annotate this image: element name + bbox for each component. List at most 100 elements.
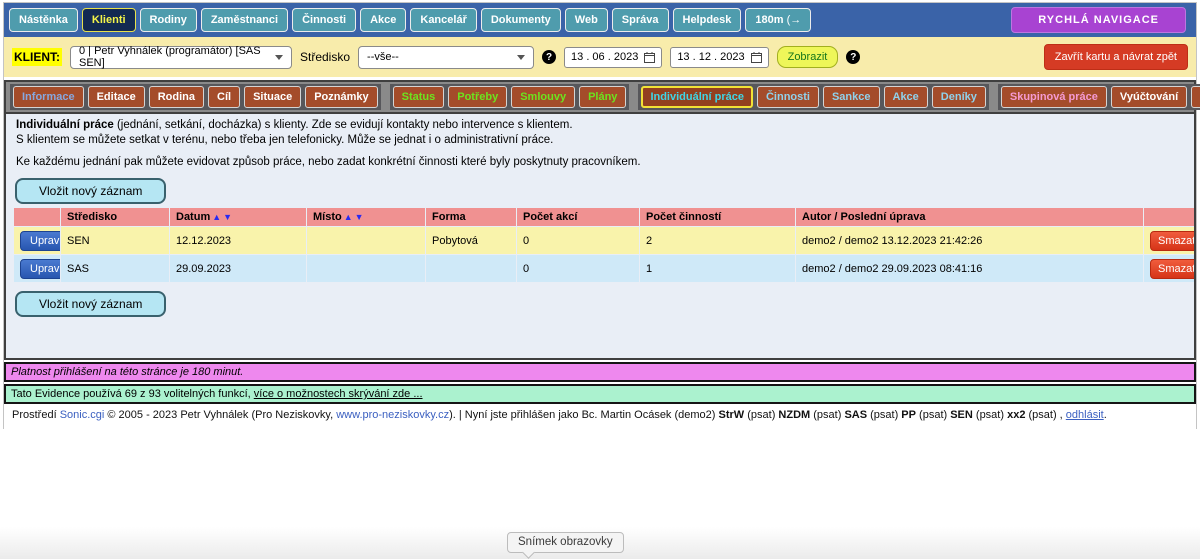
cell-forma: [426, 255, 516, 282]
insert-record-button-top[interactable]: Vložit nový záznam: [15, 178, 166, 204]
footer-text: (psat): [867, 409, 901, 421]
column-header-blank: [14, 208, 60, 226]
nav-item-rodiny[interactable]: Rodiny: [140, 8, 197, 32]
tab-status[interactable]: Status: [393, 86, 445, 108]
tab-skupinova-prace[interactable]: Skupinová práce: [1001, 86, 1107, 108]
help-icon[interactable]: ?: [542, 50, 556, 64]
close-card-button[interactable]: Zavřít kartu a návrat zpět: [1044, 44, 1188, 70]
tab-individualni-prace[interactable]: Individuální práce: [641, 86, 753, 108]
nav-item-nastenka[interactable]: Nástěnka: [9, 8, 78, 32]
footer-text: (psat) ,: [1025, 409, 1065, 421]
delete-button[interactable]: Smazat: [1150, 259, 1194, 279]
column-header-autor-posledni-uprava: Autor / Poslední úprava: [796, 208, 1143, 226]
screenshot-tooltip: Snímek obrazovky: [507, 532, 624, 553]
nav-item-akce[interactable]: Akce: [360, 8, 406, 32]
footer-link-www-pro-neziskovky-cz[interactable]: www.pro-neziskovky.cz: [336, 409, 449, 421]
nav-item-kancelar[interactable]: Kancelář: [410, 8, 476, 32]
stredisko-select[interactable]: --vše--: [358, 46, 534, 69]
sort-asc-icon[interactable]: ▲: [344, 212, 353, 222]
nav-item-helpdesk[interactable]: Helpdesk: [673, 8, 742, 32]
session-notice: Platnost přihlášení na této stránce je 1…: [4, 362, 1196, 382]
stredisko-select-value: --vše--: [367, 51, 399, 63]
calendar-icon: [644, 52, 655, 63]
sort-asc-icon[interactable]: ▲: [212, 212, 221, 222]
footer: Prostředí Sonic.cgi © 2005 - 2023 Petr V…: [4, 404, 1196, 429]
sort-desc-icon[interactable]: ▼: [355, 212, 364, 222]
footer-text: (psat): [744, 409, 778, 421]
client-select[interactable]: 0 | Petr Vyhnálek (programátor) [SAS SEN…: [70, 46, 292, 69]
footer-text: © 2005 - 2023 Petr Vyhnálek (Pro Nezisko…: [104, 409, 336, 421]
footer-bold-sas: SAS: [844, 409, 867, 421]
footer-text: Prostředí: [12, 409, 60, 421]
nav-item-180m[interactable]: 180m(→: [745, 8, 811, 32]
tab-informace[interactable]: Informace: [13, 86, 84, 108]
help-icon[interactable]: ?: [846, 50, 860, 64]
tab-rodina[interactable]: Rodina: [149, 86, 204, 108]
tab-editace[interactable]: Editace: [88, 86, 145, 108]
tab-cil[interactable]: Cíl: [208, 86, 240, 108]
date-to-field[interactable]: 13 . 12 . 2023: [670, 47, 768, 68]
client-toolbar: KLIENT: 0 | Petr Vyhnálek (programátor) …: [4, 37, 1196, 77]
date-from-field[interactable]: 13 . 06 . 2023: [564, 47, 662, 68]
tab-smlouvy[interactable]: Smlouvy: [511, 86, 575, 108]
tab-group: StatusPotřebySmlouvyPlány: [390, 84, 630, 110]
cell-datum: 29.09.2023: [170, 255, 306, 282]
tab-group: Skupinová práceVyúčtováníTisk pozn.Tisk …: [998, 84, 1200, 110]
footer-text: (psat): [973, 409, 1007, 421]
nav-item-zamestnanci[interactable]: Zaměstnanci: [201, 8, 288, 32]
tab-deniky[interactable]: Deníky: [932, 86, 986, 108]
column-header-pocet-akci: Počet akcí: [517, 208, 639, 226]
date-to-value: 13 . 12 . 2023: [677, 51, 744, 63]
tab-plany[interactable]: Plány: [579, 86, 626, 108]
footer-bold-nzdm: NZDM: [778, 409, 810, 421]
nav-item-dokumenty[interactable]: Dokumenty: [481, 8, 561, 32]
tab-poznamky[interactable]: Poznámky: [305, 86, 377, 108]
table-row: UpravitSEN12.12.2023Pobytová02demo2 / de…: [14, 227, 1194, 254]
column-header-blank: [1144, 208, 1194, 226]
app-window: NástěnkaKlientiRodinyZaměstnanciČinnosti…: [3, 2, 1197, 429]
cell-datum: 12.12.2023: [170, 227, 306, 254]
edit-button[interactable]: Upravit: [20, 259, 60, 279]
tab-tisk-pozn[interactable]: Tisk pozn.: [1191, 86, 1200, 108]
evidence-link[interactable]: více o možnostech skrývání zde ...: [254, 388, 423, 400]
content-area: Individuální práce (jednání, setkání, do…: [6, 112, 1194, 358]
nav-item-cinnosti[interactable]: Činnosti: [292, 8, 356, 32]
tab-situace[interactable]: Situace: [244, 86, 301, 108]
tab-group: InformaceEditaceRodinaCílSituacePoznámky: [10, 84, 381, 110]
logout-icon: (→: [787, 14, 802, 26]
delete-button[interactable]: Smazat: [1150, 231, 1194, 251]
tab-group: Individuální práceČinnostiSankceAkceDení…: [638, 84, 988, 110]
cell-forma: Pobytová: [426, 227, 516, 254]
calendar-icon: [751, 52, 762, 63]
tab-sankce[interactable]: Sankce: [823, 86, 880, 108]
edit-button[interactable]: Upravit: [20, 231, 60, 251]
insert-record-button-bottom[interactable]: Vložit nový záznam: [15, 291, 166, 317]
nav-items: NástěnkaKlientiRodinyZaměstnanciČinnosti…: [9, 8, 811, 32]
section-description: Individuální práce (jednání, setkání, do…: [6, 114, 1194, 170]
quick-navigation-button[interactable]: RYCHLÁ NAVIGACE: [1011, 7, 1186, 33]
footer-link-sonic-cgi[interactable]: Sonic.cgi: [60, 409, 105, 421]
tab-vyuctovani[interactable]: Vyúčtování: [1111, 86, 1187, 108]
client-label: KLIENT:: [12, 48, 62, 66]
chevron-down-icon: [275, 55, 283, 60]
top-navigation: NástěnkaKlientiRodinyZaměstnanciČinnosti…: [4, 3, 1196, 37]
nav-item-web[interactable]: Web: [565, 8, 608, 32]
cell-stredisko: SEN: [61, 227, 169, 254]
evidence-notice-text: Tato Evidence používá 69 z 93 volitelnýc…: [11, 388, 254, 400]
cell-pocet-cinnosti: 1: [640, 255, 795, 282]
nav-item-klienti[interactable]: Klienti: [82, 8, 136, 32]
footer-bold-pp: PP: [901, 409, 916, 421]
cell-autor-posledni-uprava: demo2 / demo2 29.09.2023 08:41:16: [796, 255, 1143, 282]
tab-cinnosti[interactable]: Činnosti: [757, 86, 819, 108]
cell-pocet-akci: 0: [517, 255, 639, 282]
nav-item-sprava[interactable]: Správa: [612, 8, 669, 32]
footer-link-odhlasit[interactable]: odhlásit: [1066, 409, 1104, 421]
sort-desc-icon[interactable]: ▼: [223, 212, 232, 222]
cell-stredisko: SAS: [61, 255, 169, 282]
tab-akce[interactable]: Akce: [884, 86, 928, 108]
footer-text: .: [1104, 409, 1107, 421]
column-header-pocet-cinnosti: Počet činností: [640, 208, 795, 226]
column-header-forma: Forma: [426, 208, 516, 226]
show-button[interactable]: Zobrazit: [777, 46, 839, 68]
tab-potreby[interactable]: Potřeby: [448, 86, 507, 108]
